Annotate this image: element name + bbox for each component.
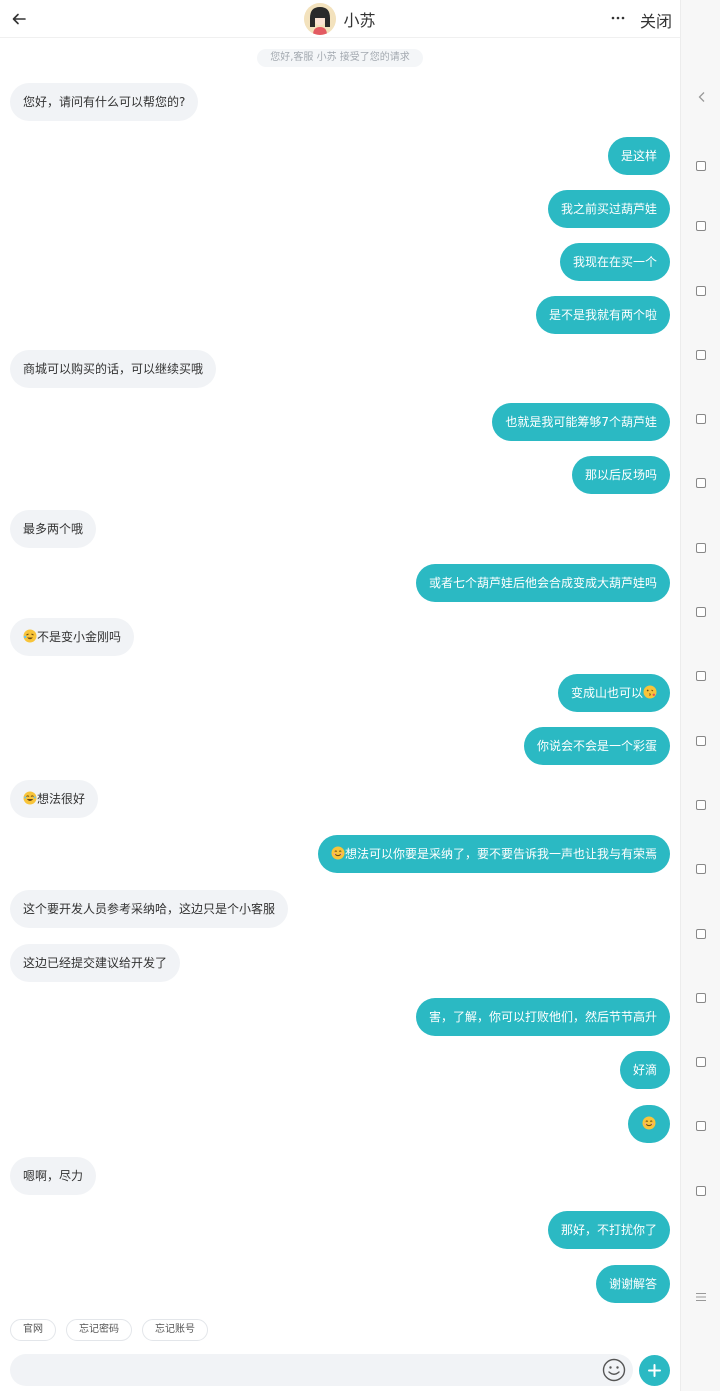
rail-checkbox[interactable] — [696, 864, 706, 874]
message-bubble-agent: 这个要开发人员参考采纳哈，这边只是个小客服 — [10, 890, 289, 928]
menu-button[interactable] — [695, 1288, 707, 1301]
kiss-emoji-icon — [643, 685, 657, 699]
rail-checkbox[interactable] — [696, 1057, 706, 1067]
rail-checkbox[interactable] — [696, 800, 706, 810]
add-attachment-button[interactable] — [639, 1355, 670, 1386]
message-bubble-agent: 不是变小金刚吗 — [10, 618, 135, 656]
message-bubble-user: 那以后反场吗 — [571, 456, 670, 494]
smile-emoji-icon — [331, 846, 345, 860]
message-bubble-agent: 想法很好 — [10, 780, 99, 818]
chevron-left-icon — [698, 92, 705, 102]
joy-emoji-icon — [23, 791, 37, 805]
quick-reply-forgot-password[interactable]: 忘记密码 — [66, 1319, 132, 1341]
smile-emoji-icon — [642, 1116, 656, 1130]
more-options-button[interactable] — [608, 6, 628, 30]
message-input[interactable] — [10, 1354, 590, 1386]
system-notice: 您好,客服 小苏 接受了您的请求 — [257, 49, 423, 67]
rail-checkbox[interactable] — [696, 286, 706, 296]
message-bubble-user: 是这样 — [607, 137, 670, 175]
hamburger-icon — [696, 1293, 706, 1301]
rail-checkbox[interactable] — [696, 736, 706, 746]
rail-checkbox[interactable] — [696, 993, 706, 1003]
message-bubble-user: 变成山也可以 — [557, 674, 670, 712]
rail-checkbox[interactable] — [696, 350, 706, 360]
message-bubble-user: 或者七个葫芦娃后他会合成变成大葫芦娃吗 — [415, 564, 670, 602]
close-button[interactable]: 关闭 — [640, 8, 672, 32]
message-bubble-user: 想法可以你要是采纳了，要不要告诉我一声也让我与有荣焉 — [317, 835, 670, 873]
page-title: 小苏 — [343, 11, 376, 30]
emoji-button[interactable] — [602, 1358, 626, 1382]
message-bubble-agent: 您好，请问有什么可以帮您的? — [10, 83, 199, 121]
message-bubble-agent: 商城可以购买的话，可以继续买哦 — [10, 350, 217, 388]
rail-checkbox[interactable] — [696, 929, 706, 939]
message-bubble-user: 好滴 — [619, 1051, 670, 1089]
message-bubble-user: 我之前买过葫芦娃 — [547, 190, 670, 228]
message-bubble-user: 是不是我就有两个啦 — [535, 296, 670, 334]
message-bubble-agent: 嗯啊，尽力 — [10, 1157, 97, 1195]
message-bubble-user: 那好，不打扰你了 — [547, 1211, 670, 1249]
message-bubble-user: 你说会不会是一个彩蛋 — [523, 727, 670, 765]
quick-reply-official-site[interactable]: 官网 — [10, 1319, 56, 1341]
rail-checkbox[interactable] — [696, 543, 706, 553]
collapse-button[interactable] — [695, 89, 709, 103]
message-bubble-agent: 最多两个哦 — [10, 510, 97, 548]
message-bubble-user: 谢谢解答 — [595, 1265, 670, 1303]
rail-checkbox[interactable] — [696, 671, 706, 681]
rail-checkbox[interactable] — [696, 414, 706, 424]
quick-reply-forgot-account[interactable]: 忘记账号 — [142, 1319, 208, 1341]
right-side-rail — [680, 0, 720, 1391]
message-input-bar — [10, 1354, 633, 1386]
rail-checkbox[interactable] — [696, 478, 706, 488]
more-dots-icon — [611, 16, 625, 20]
plus-icon — [648, 1364, 661, 1377]
rail-checkbox[interactable] — [696, 1121, 706, 1131]
rail-checkbox[interactable] — [696, 221, 706, 231]
message-bubble-user: 也就是我可能筹够7个葫芦娃 — [492, 403, 670, 441]
message-bubble-user: 我现在在买一个 — [559, 243, 670, 281]
smiley-icon — [602, 1358, 626, 1382]
arrow-left-icon — [12, 13, 26, 25]
rail-checkbox[interactable] — [696, 607, 706, 617]
message-bubble-user: 害，了解，你可以打败他们，然后节节高升 — [415, 998, 670, 1036]
agent-avatar — [304, 3, 337, 35]
chat-window: 小苏 关闭 您好,客服 小苏 接受了您的请求 您好，请问有什么可以帮您的? 是这… — [0, 0, 680, 1391]
back-button[interactable] — [6, 6, 32, 32]
message-bubble-user — [628, 1105, 670, 1143]
chat-header: 小苏 关闭 — [0, 0, 680, 38]
message-bubble-agent: 这边已经提交建议给开发了 — [10, 944, 181, 982]
rail-checkbox[interactable] — [696, 161, 706, 171]
rail-checkbox[interactable] — [696, 1186, 706, 1196]
rofl-emoji-icon — [23, 629, 37, 643]
